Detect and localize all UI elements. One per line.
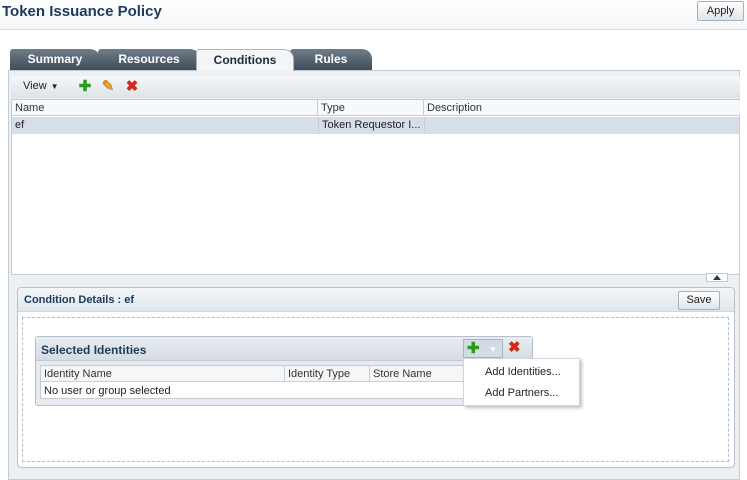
selected-identities-title: Selected Identities bbox=[41, 343, 147, 357]
selected-identities-header: Selected Identities ✚ ▼ ✖ bbox=[36, 337, 532, 361]
selected-identities-panel: Selected Identities ✚ ▼ ✖ Identity Name … bbox=[35, 336, 533, 406]
condition-details-header: Condition Details : ef Save bbox=[18, 288, 734, 312]
add-dropdown-menu: Add Identities... Add Partners... bbox=[463, 358, 580, 406]
collapse-up-icon bbox=[713, 275, 721, 280]
conditions-toolbar: View ▼ ✚ ✎ ✖ bbox=[11, 76, 740, 98]
column-header-identity-name[interactable]: Identity Name bbox=[41, 366, 285, 382]
column-header-type[interactable]: Type bbox=[318, 100, 424, 116]
collapse-splitter[interactable] bbox=[706, 273, 728, 282]
add-identity-button[interactable]: ✚ ▼ bbox=[463, 339, 503, 358]
chevron-down-icon: ▼ bbox=[50, 82, 59, 91]
tab-conditions[interactable]: Conditions bbox=[196, 49, 294, 71]
save-button[interactable]: Save bbox=[678, 291, 720, 310]
view-menu[interactable]: View ▼ bbox=[23, 80, 59, 92]
page-title: Token Issuance Policy bbox=[2, 3, 162, 20]
delete-identity-icon[interactable]: ✖ bbox=[508, 340, 521, 356]
cell-type: Token Requestor I... bbox=[318, 117, 424, 134]
tab-bar: Summary Resources Rules Conditions bbox=[8, 49, 747, 71]
edit-icon[interactable]: ✎ bbox=[100, 79, 116, 95]
empty-table-message: No user or group selected bbox=[44, 385, 171, 397]
add-icon[interactable]: ✚ bbox=[77, 79, 93, 95]
page-header: Token Issuance Policy Apply bbox=[0, 0, 747, 30]
apply-button[interactable]: Apply bbox=[697, 1, 744, 21]
chevron-down-icon: ▼ bbox=[489, 345, 497, 354]
column-header-identity-type[interactable]: Identity Type bbox=[285, 366, 370, 382]
column-header-name[interactable]: Name bbox=[12, 100, 318, 116]
condition-details-title: Condition Details : ef bbox=[24, 294, 134, 306]
view-menu-label: View bbox=[23, 80, 47, 92]
menu-item-add-partners[interactable]: Add Partners... bbox=[485, 387, 558, 399]
tab-resources[interactable]: Resources bbox=[98, 49, 200, 70]
column-header-description[interactable]: Description bbox=[424, 100, 740, 116]
tab-summary[interactable]: Summary bbox=[10, 49, 100, 70]
identities-table: Identity Name Identity Type Store Name N… bbox=[40, 365, 530, 399]
tab-rules[interactable]: Rules bbox=[290, 49, 372, 70]
menu-item-add-identities[interactable]: Add Identities... bbox=[485, 366, 561, 378]
conditions-table: Name Type Description ef Token Requestor… bbox=[11, 99, 740, 275]
add-icon: ✚ bbox=[467, 340, 480, 357]
table-row[interactable]: ef Token Requestor I... bbox=[12, 117, 739, 134]
cell-description bbox=[424, 117, 739, 134]
cell-name: ef bbox=[15, 119, 25, 131]
delete-icon[interactable]: ✖ bbox=[124, 79, 140, 95]
